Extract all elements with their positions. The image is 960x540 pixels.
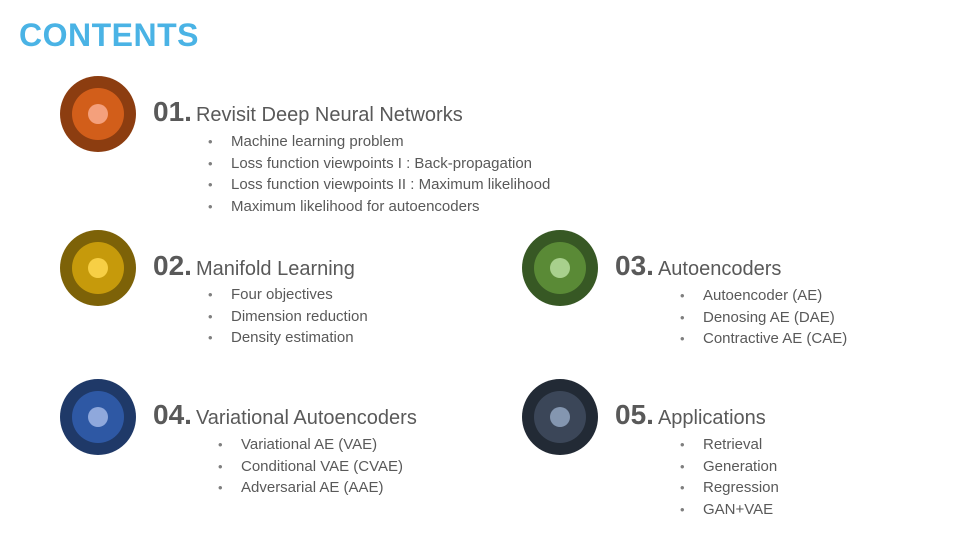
section-05-list: Retrieval Generation Regression GAN+VAE bbox=[680, 434, 779, 521]
section-title: Variational Autoencoders bbox=[195, 407, 417, 429]
list-item: Contractive AE (CAE) bbox=[680, 328, 847, 350]
section-03-heading[interactable]: 03. Autoencoders bbox=[615, 250, 781, 282]
section-02-list: Four objectives Dimension reduction Dens… bbox=[208, 284, 368, 349]
section-03-circle-icon bbox=[522, 230, 598, 306]
list-item: Loss function viewpoints I : Back-propag… bbox=[208, 153, 550, 175]
section-01-circle-icon bbox=[60, 76, 136, 152]
list-item: Density estimation bbox=[208, 327, 368, 349]
section-04-list: Variational AE (VAE) Conditional VAE (CV… bbox=[218, 434, 403, 499]
section-04-heading[interactable]: 04. Variational Autoencoders bbox=[153, 399, 417, 431]
list-item: Denosing AE (DAE) bbox=[680, 307, 847, 329]
list-item: Adversarial AE (AAE) bbox=[218, 477, 403, 499]
list-item: Autoencoder (AE) bbox=[680, 285, 847, 307]
section-title: Autoencoders bbox=[657, 258, 782, 280]
section-01-list: Machine learning problem Loss function v… bbox=[208, 131, 550, 218]
list-item: Machine learning problem bbox=[208, 131, 550, 153]
list-item: Maximum likelihood for autoencoders bbox=[208, 196, 550, 218]
list-item: Generation bbox=[680, 456, 779, 478]
list-item: Regression bbox=[680, 477, 779, 499]
section-04-circle-icon bbox=[60, 379, 136, 455]
section-number: 02. bbox=[153, 250, 192, 281]
list-item: GAN+VAE bbox=[680, 499, 779, 521]
section-02-circle-icon bbox=[60, 230, 136, 306]
page-title: CONTENTS bbox=[19, 17, 199, 53]
list-item: Variational AE (VAE) bbox=[218, 434, 403, 456]
section-title: Applications bbox=[657, 407, 766, 429]
section-title: Manifold Learning bbox=[195, 258, 355, 280]
list-item: Four objectives bbox=[208, 284, 368, 306]
list-item: Loss function viewpoints II : Maximum li… bbox=[208, 174, 550, 196]
section-01-heading[interactable]: 01. Revisit Deep Neural Networks bbox=[153, 96, 463, 128]
section-number: 04. bbox=[153, 399, 192, 430]
section-02-heading[interactable]: 02. Manifold Learning bbox=[153, 250, 355, 282]
section-05-heading[interactable]: 05. Applications bbox=[615, 399, 766, 431]
section-number: 01. bbox=[153, 96, 192, 127]
section-05-circle-icon bbox=[522, 379, 598, 455]
section-number: 03. bbox=[615, 250, 654, 281]
list-item: Dimension reduction bbox=[208, 306, 368, 328]
section-title: Revisit Deep Neural Networks bbox=[195, 104, 463, 126]
list-item: Retrieval bbox=[680, 434, 779, 456]
section-number: 05. bbox=[615, 399, 654, 430]
list-item: Conditional VAE (CVAE) bbox=[218, 456, 403, 478]
section-03-list: Autoencoder (AE) Denosing AE (DAE) Contr… bbox=[680, 285, 847, 350]
